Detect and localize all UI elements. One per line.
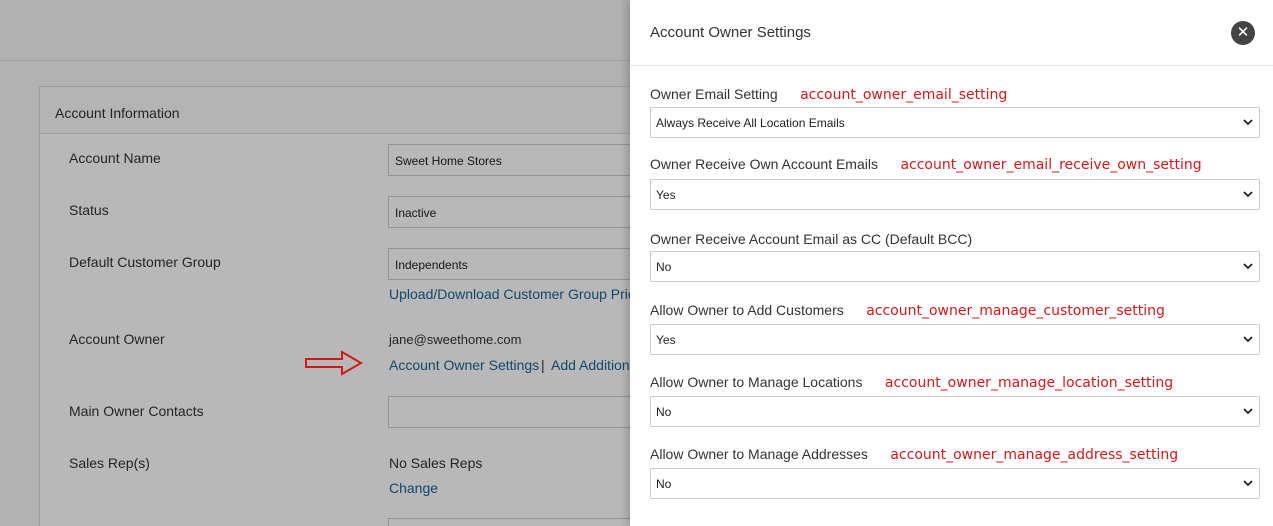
setting-owner-manage-addresses: Allow Owner to Manage Addresses account_… — [650, 446, 1260, 499]
setting-owner-receive-own: Owner Receive Own Account Emails account… — [650, 156, 1260, 210]
select-value: No — [656, 477, 672, 491]
select-value: No — [656, 405, 672, 419]
select-value: Always Receive All Location Emails — [656, 116, 845, 130]
chevron-down-icon — [1243, 263, 1253, 270]
setting-label: Allow Owner to Add Customers — [650, 302, 844, 318]
owner-receive-own-select[interactable]: Yes — [650, 179, 1260, 210]
owner-manage-locations-select[interactable]: No — [650, 396, 1260, 427]
chevron-down-icon — [1243, 119, 1253, 126]
setting-key-annotation: account_owner_manage_customer_setting — [866, 303, 1165, 319]
owner-receive-cc-select[interactable]: No — [650, 251, 1260, 282]
owner-add-customers-select[interactable]: Yes — [650, 324, 1260, 355]
setting-label: Allow Owner to Manage Locations — [650, 374, 863, 390]
setting-owner-add-customers: Allow Owner to Add Customers account_own… — [650, 302, 1260, 355]
setting-owner-email: Owner Email Setting account_owner_email_… — [650, 86, 1260, 138]
setting-owner-manage-locations: Allow Owner to Manage Locations account_… — [650, 374, 1260, 427]
account-owner-settings-drawer: Account Owner Settings ✕ Owner Email Set… — [630, 0, 1273, 526]
setting-label: Allow Owner to Manage Addresses — [650, 446, 868, 462]
select-value: Yes — [656, 188, 676, 202]
setting-key-annotation: account_owner_email_receive_own_setting — [900, 157, 1202, 173]
setting-label: Owner Receive Own Account Emails — [650, 156, 878, 172]
owner-email-setting-select[interactable]: Always Receive All Location Emails — [650, 107, 1260, 138]
setting-owner-receive-cc: Owner Receive Account Email as CC (Defau… — [650, 231, 1260, 282]
setting-key-annotation: account_owner_manage_address_setting — [890, 447, 1179, 463]
chevron-down-icon — [1243, 480, 1253, 487]
owner-manage-addresses-select[interactable]: No — [650, 468, 1260, 499]
select-value: Yes — [656, 333, 676, 347]
setting-label: Owner Receive Account Email as CC (Defau… — [650, 231, 973, 247]
arrow-right-icon — [305, 350, 363, 376]
setting-key-annotation: account_owner_email_setting — [800, 87, 1008, 103]
setting-label: Owner Email Setting — [650, 86, 778, 102]
select-value: No — [656, 260, 672, 274]
drawer-title: Account Owner Settings — [650, 24, 811, 41]
chevron-down-icon — [1243, 191, 1253, 198]
chevron-down-icon — [1243, 408, 1253, 415]
setting-key-annotation: account_owner_manage_location_setting — [884, 375, 1174, 391]
chevron-down-icon — [1243, 336, 1253, 343]
close-icon[interactable]: ✕ — [1231, 21, 1255, 45]
drawer-header: Account Owner Settings ✕ — [630, 0, 1273, 66]
